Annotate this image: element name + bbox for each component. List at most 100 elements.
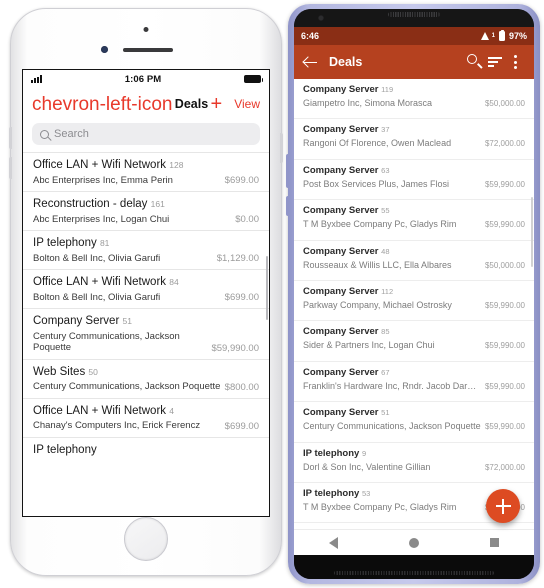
screenshot-stage: 1:06 PM chevron-left-icon Deals + View S… <box>0 0 544 588</box>
list-item-number: 50 <box>88 366 98 377</box>
list-item-title: IP telephony 81 <box>33 237 110 249</box>
list-item-amount: $50,000.00 <box>484 99 525 108</box>
arrow-back-icon[interactable] <box>303 54 319 70</box>
android-system-nav-bar <box>294 529 534 555</box>
list-item-title: Office LAN + Wifi Network 128 <box>33 159 184 171</box>
list-item-subtitle: Bolton & Bell Inc, Olivia Garufi <box>33 291 161 303</box>
battery-level: 97% <box>508 31 527 41</box>
ios-scrollbar[interactable] <box>266 256 268 320</box>
list-item[interactable]: Reconstruction - delay 161 Abc Enterprise… <box>23 191 269 230</box>
list-item-title: Office LAN + Wifi Network 4 <box>33 404 174 417</box>
list-item[interactable]: Company Server 48 Rousseaux & Willis LLC,… <box>294 241 534 281</box>
iphone-home-button[interactable] <box>124 517 168 561</box>
search-placeholder: Search <box>54 128 89 140</box>
page-title: Deals <box>174 97 209 111</box>
iphone-volume-up-button[interactable] <box>9 127 12 149</box>
list-item-subtitle: Parkway Company, Michael Ostrosky <box>303 299 452 310</box>
list-item-number: 55 <box>381 206 390 216</box>
search-input[interactable]: Search <box>32 123 260 145</box>
android-scrollbar[interactable] <box>530 197 533 267</box>
list-item[interactable]: Office LAN + Wifi Network 128 Abc Enterpr… <box>23 152 269 191</box>
android-device-frame: 6:46 1 97% Deals Company Server 119 Giamp… <box>286 4 540 584</box>
list-item-meta: Century Communications, Jackson Poquette… <box>33 381 259 393</box>
list-item-subtitle: T M Byxbee Company Pc, Gladys Rim <box>303 501 457 512</box>
list-item-number: 85 <box>381 327 390 337</box>
android-status-time: 6:46 <box>301 31 320 41</box>
list-item-amount: $59,990.00 <box>484 300 525 310</box>
list-item[interactable]: Company Server 51 Century Communications,… <box>294 402 534 443</box>
list-item[interactable]: IP telephony 9 Dorl & Son Inc, Valentine … <box>294 443 534 483</box>
list-item-number: 51 <box>381 408 390 418</box>
list-item-number: 48 <box>381 246 390 256</box>
list-item[interactable]: IP telephony <box>23 436 269 463</box>
chevron-left-icon[interactable]: chevron-left-icon <box>32 95 172 114</box>
list-item-title: IP telephony <box>33 443 97 456</box>
list-item-subtitle: Rousseaux & Willis LLC, Ella Albares <box>303 259 452 270</box>
list-item-amount: $59,990.00 <box>211 342 259 354</box>
android-power-button[interactable] <box>286 196 289 216</box>
list-item[interactable]: Company Server 37 Rangoni Of Florence, Ow… <box>294 119 534 160</box>
list-item-amount: $0.00 <box>235 214 259 225</box>
list-item-subtitle: Franklin's Hardware Inc, Rndr. Jacob Dar… <box>303 380 481 391</box>
nav-recents-icon[interactable] <box>489 538 499 547</box>
android-earpiece-speaker-icon <box>388 12 440 17</box>
android-app-bar: Deals <box>294 45 534 79</box>
iphone-volume-down-button[interactable] <box>9 157 12 179</box>
list-item[interactable]: Office LAN + Wifi Network 84 Bolton & Bel… <box>23 269 269 308</box>
overflow-menu-icon[interactable] <box>505 52 525 72</box>
list-item[interactable]: Company Server 55 T M Byxbee Company Pc, … <box>294 200 534 241</box>
list-item-meta: Century Communications, Jackson Poquette… <box>33 331 259 354</box>
android-screen: 6:46 1 97% Deals Company Server 119 Giamp… <box>294 9 534 579</box>
add-deal-fab[interactable] <box>486 489 520 523</box>
ios-deals-list[interactable]: Office LAN + Wifi Network 128 Abc Enterpr… <box>23 152 269 516</box>
iphone-screen: 1:06 PM chevron-left-icon Deals + View S… <box>22 69 270 517</box>
android-front-camera-icon <box>318 15 324 21</box>
android-volume-button[interactable] <box>286 154 289 188</box>
list-item-amount: $59,990.00 <box>484 220 525 230</box>
iphone-front-camera-icon <box>143 27 149 32</box>
add-button[interactable]: + <box>211 94 223 114</box>
list-item-amount: $699.00 <box>224 420 259 432</box>
list-item-number: 9 <box>361 448 367 458</box>
list-item[interactable]: Office LAN + Wifi Network 4 Chanay's Comp… <box>23 397 269 437</box>
iphone-device-frame: 1:06 PM chevron-left-icon Deals + View S… <box>9 8 283 576</box>
ios-search-container: Search <box>23 120 269 152</box>
list-item-meta: Sider & Partners Inc, Logan Chui $59,990.… <box>303 340 525 350</box>
wifi-badge: 1 <box>491 33 495 39</box>
list-item-meta: Parkway Company, Michael Ostrosky $59,990… <box>303 300 525 310</box>
list-item[interactable]: Company Server 85 Sider & Partners Inc, L… <box>294 321 534 362</box>
list-item-meta: Abc Enterprises Inc, Logan Chui $0.00 <box>33 214 259 226</box>
search-icon[interactable] <box>465 52 485 72</box>
list-item[interactable]: Company Server 63 Post Box Services Plus,… <box>294 160 534 201</box>
list-item[interactable]: Company Server 112 Parkway Company, Micha… <box>294 281 534 322</box>
list-item[interactable]: Company Server 119 Giampetro Inc, Simona … <box>294 79 534 120</box>
android-speaker-grille-icon <box>334 571 494 575</box>
list-item-subtitle: Sider & Partners Inc, Logan Chui <box>303 340 435 351</box>
list-item-title: Company Server 119 <box>303 84 394 95</box>
iphone-power-button[interactable] <box>280 133 283 163</box>
list-item[interactable]: IP telephony 81 Bolton & Bell Inc, Olivia… <box>23 230 269 269</box>
list-item-title: IP telephony 9 <box>303 447 367 459</box>
iphone-proximity-sensor-icon <box>101 46 108 53</box>
list-item-number: 51 <box>122 316 132 326</box>
list-item-subtitle: Bolton & Bell Inc, Olivia Garufi <box>33 252 161 264</box>
nav-back-icon[interactable] <box>329 536 339 549</box>
list-item-meta: Franklin's Hardware Inc, Rndr. Jacob Dar… <box>303 381 525 391</box>
list-item[interactable]: Company Server 67 Franklin's Hardware Inc… <box>294 362 534 403</box>
list-item-subtitle: Post Box Services Plus, James Flosi <box>303 178 450 189</box>
list-item-meta: Bolton & Bell Inc, Olivia Garufi $1,129.0… <box>33 253 259 265</box>
list-item-meta: Century Communications, Jackson Poquette… <box>303 421 525 431</box>
battery-icon <box>498 29 505 41</box>
list-item-subtitle: Abc Enterprises Inc, Logan Chui <box>33 213 170 225</box>
list-item[interactable]: Company Server 51 Century Communications,… <box>23 308 269 359</box>
android-deals-list[interactable]: Company Server 119 Giampetro Inc, Simona … <box>294 79 534 529</box>
list-item-subtitle: Dorl & Son Inc, Valentine Gillian <box>303 461 431 472</box>
list-item-meta: Chanay's Computers Inc, Erick Ferencz $69… <box>33 420 259 432</box>
nav-home-icon[interactable] <box>408 537 419 548</box>
view-button[interactable]: View <box>234 97 260 111</box>
sort-icon[interactable] <box>485 52 505 72</box>
list-item-number: 37 <box>381 125 390 135</box>
list-item-meta: Post Box Services Plus, James Flosi $59,9… <box>303 179 525 189</box>
list-item[interactable]: Web Sites 50 Century Communications, Jack… <box>23 358 269 398</box>
list-item-meta: Dorl & Son Inc, Valentine Gillian $72,000… <box>303 462 525 472</box>
